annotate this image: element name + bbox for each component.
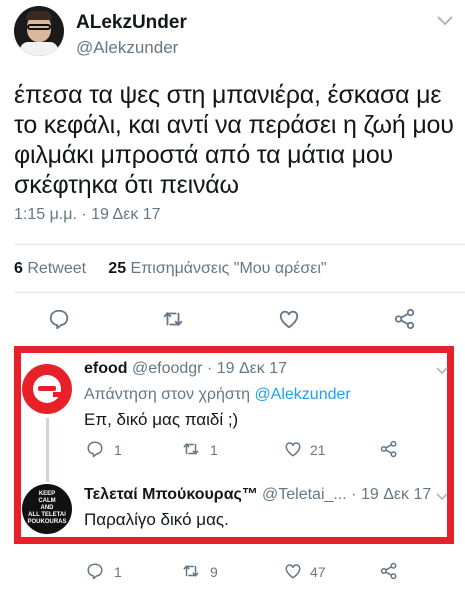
reply-icon[interactable] xyxy=(86,440,104,458)
like-icon[interactable] xyxy=(278,308,300,330)
tweet-stats: 6 Retweet 25 Επισημάνσεις "Μου αρέσει" xyxy=(14,260,327,278)
retweet-count[interactable]: 6 xyxy=(14,260,23,277)
reply-to-prefix: Απάντηση στον χρήστη xyxy=(84,386,250,403)
reply-author-name[interactable]: efood xyxy=(84,360,128,378)
reply-icon[interactable] xyxy=(48,308,70,330)
retweet-icon[interactable] xyxy=(162,308,184,330)
likes-count[interactable]: 25 xyxy=(108,260,126,277)
retweet-icon[interactable] xyxy=(182,440,200,458)
like-count: 47 xyxy=(310,564,326,580)
reply-to-line: Απάντηση στον χρήστη @Alekzunder xyxy=(84,386,351,404)
avatar-text: KEEP CALM AND ALL TELETAI POUKOURAS xyxy=(27,491,67,525)
main-tweet: ALekzUnder @Alekzunder έπεσα τα ψες στη … xyxy=(0,0,465,345)
author-avatar[interactable] xyxy=(14,6,64,56)
retweet-count: 9 xyxy=(210,564,218,580)
retweet-label[interactable]: Retweet xyxy=(27,260,86,277)
reply-author-name[interactable]: Τελεταί Μπούκουρας™ xyxy=(84,486,258,504)
tweet-text: έπεσα τα ψες στη μπανιέρα, έσκασα με το … xyxy=(14,81,454,199)
reply-to-mention[interactable]: @Alekzunder xyxy=(254,386,350,403)
likes-label[interactable]: Επισημάνσεις "Μου αρέσει" xyxy=(131,260,327,277)
reply-text: Παραλίγο δικό μας. xyxy=(84,510,229,529)
chevron-down-icon[interactable] xyxy=(436,492,448,502)
divider xyxy=(14,292,465,293)
reply-count: 1 xyxy=(114,442,122,458)
reply-handle-date[interactable]: @efoodgr · 19 Δεκ 17 xyxy=(132,360,287,378)
efood-avatar[interactable] xyxy=(22,364,72,414)
like-icon[interactable] xyxy=(284,440,302,458)
divider xyxy=(14,244,465,245)
chevron-down-icon[interactable] xyxy=(436,366,448,376)
share-icon[interactable] xyxy=(380,562,398,580)
reply-text: Επ, δικό μας παιδί ;) xyxy=(84,410,239,429)
author-name[interactable]: ALekzUnder xyxy=(76,12,187,34)
reply-handle-date[interactable]: @Teletai_... · 19 Δεκ 17 xyxy=(262,486,431,504)
teletai-avatar[interactable]: KEEP CALM AND ALL TELETAI POUKOURAS xyxy=(22,484,72,534)
tweet-timestamp[interactable]: 1:15 μ.μ. · 19 Δεκ 17 xyxy=(14,206,161,224)
chevron-down-icon[interactable] xyxy=(436,14,454,28)
like-count: 21 xyxy=(310,442,326,458)
retweet-count: 1 xyxy=(210,442,218,458)
reply-count: 1 xyxy=(114,564,122,580)
thread-line xyxy=(46,418,49,482)
retweet-icon[interactable] xyxy=(182,562,200,580)
like-icon[interactable] xyxy=(284,562,302,580)
author-handle[interactable]: @Alekzunder xyxy=(76,38,178,58)
share-icon[interactable] xyxy=(380,440,398,458)
share-icon[interactable] xyxy=(394,308,416,330)
reply-icon[interactable] xyxy=(86,562,104,580)
